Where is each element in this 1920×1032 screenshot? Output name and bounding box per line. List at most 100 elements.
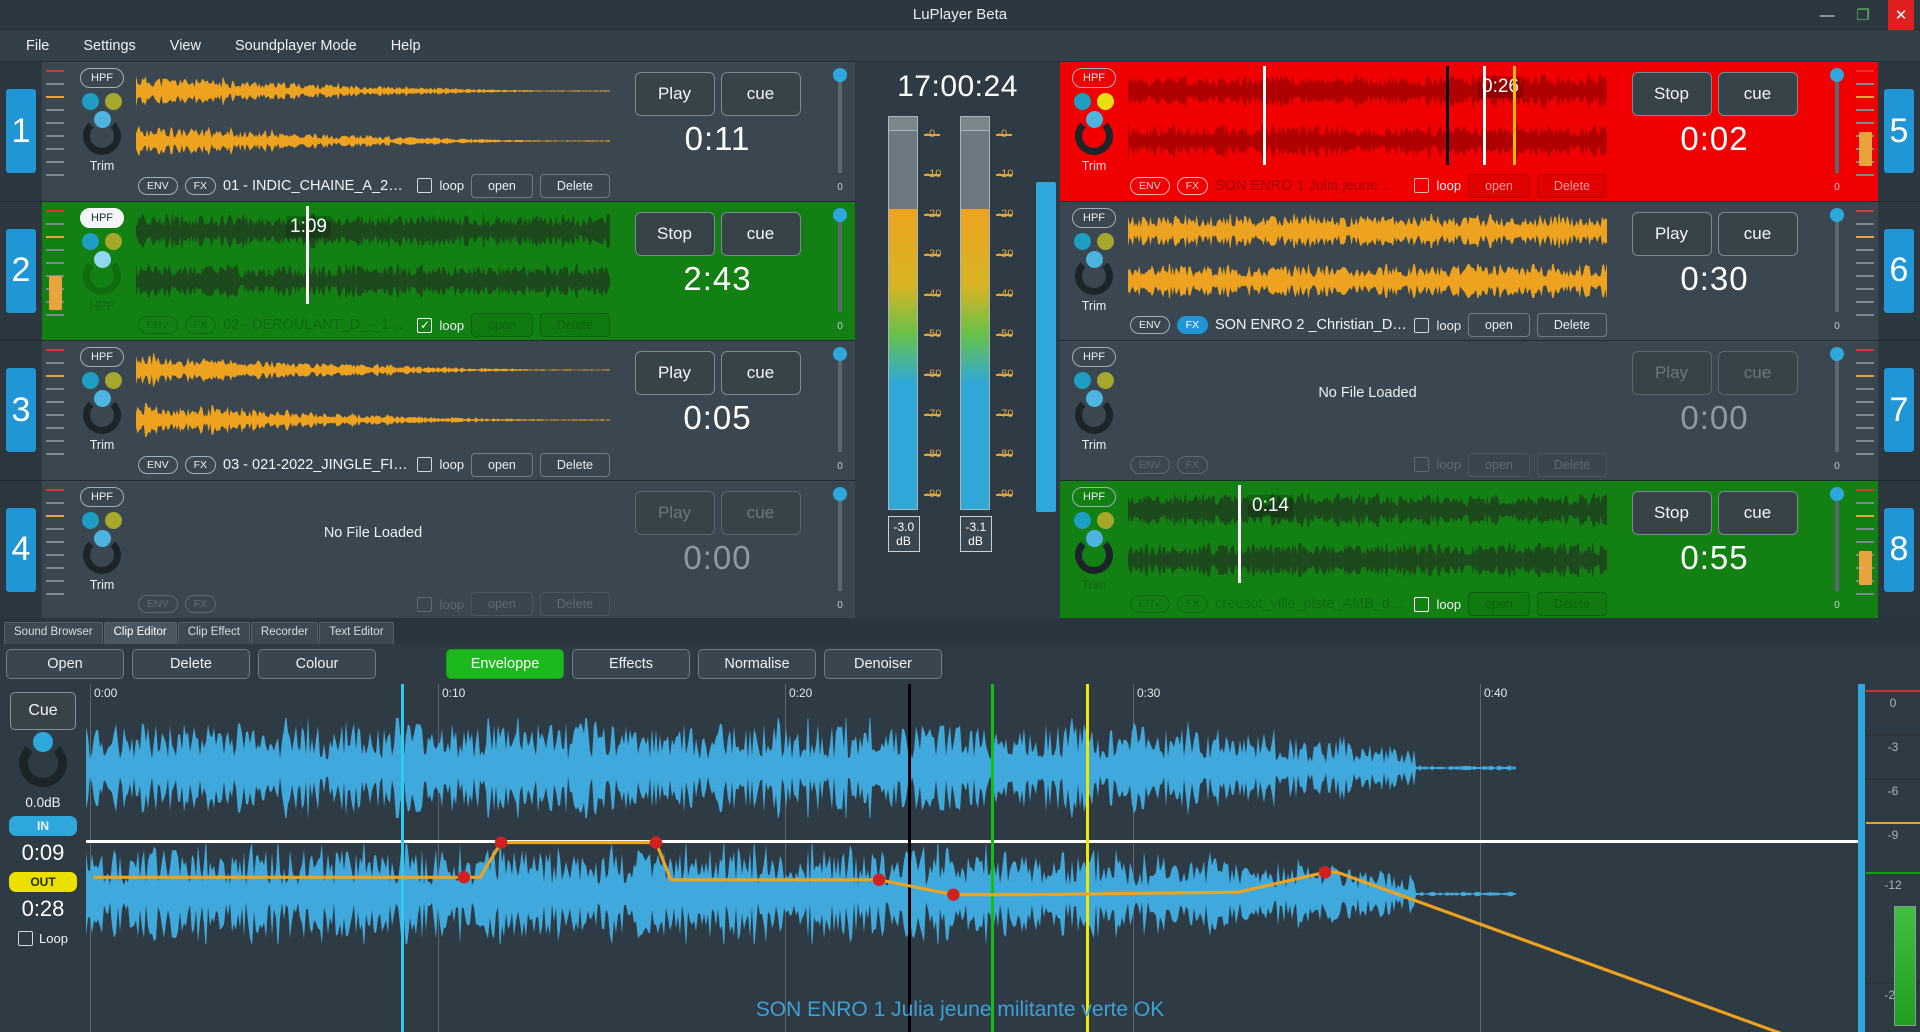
trim-knob[interactable] xyxy=(1075,390,1113,434)
env-button[interactable]: ENV xyxy=(1130,316,1170,334)
olive-dot-icon[interactable] xyxy=(105,232,122,250)
menu-item-settings[interactable]: Settings xyxy=(69,33,149,59)
waveform-canvas[interactable]: 0:00 0:10 0:20 0:30 0:40 xyxy=(86,684,1858,1032)
open-button[interactable]: open xyxy=(1468,452,1530,477)
maximize-icon[interactable]: ❐ xyxy=(1852,4,1874,26)
marker-white[interactable] xyxy=(1483,66,1486,165)
delete-button[interactable]: Delete xyxy=(539,313,610,337)
open-button[interactable]: open xyxy=(471,592,533,616)
loop-checkbox[interactable] xyxy=(417,457,433,472)
hpf-button[interactable]: HPF xyxy=(1072,486,1116,507)
player-volume-slider[interactable]: 0 xyxy=(1822,202,1852,341)
cue-button[interactable]: cue xyxy=(720,72,801,116)
player-gain-fader[interactable] xyxy=(1852,341,1878,480)
player-gain-fader[interactable] xyxy=(1852,62,1878,201)
trim-knob[interactable] xyxy=(1075,250,1113,295)
envelope-overlay[interactable] xyxy=(86,684,1858,1032)
env-button[interactable]: ENV xyxy=(1130,595,1170,613)
delete-button[interactable]: Delete xyxy=(539,592,610,616)
fx-button[interactable]: FX xyxy=(1176,176,1209,195)
cue-button[interactable]: cue xyxy=(720,211,801,256)
delete-button[interactable]: Delete xyxy=(132,649,250,679)
player-gain-fader[interactable] xyxy=(42,341,68,480)
volume-handle[interactable] xyxy=(833,486,847,501)
player-volume-slider[interactable]: 0 xyxy=(825,481,855,620)
loop-checkbox[interactable] xyxy=(1414,457,1430,472)
editor-loop-row[interactable]: Loop xyxy=(18,931,68,946)
volume-handle[interactable] xyxy=(833,347,847,361)
hpf-button[interactable]: HPF xyxy=(1072,68,1116,88)
volume-handle[interactable] xyxy=(1830,486,1844,501)
menu-item-soundplayer-mode[interactable]: Soundplayer Mode xyxy=(221,33,371,59)
menu-item-file[interactable]: File xyxy=(12,33,63,59)
trim-knob[interactable] xyxy=(83,111,121,155)
playhead[interactable] xyxy=(1238,484,1241,583)
loop-checkbox[interactable] xyxy=(417,178,433,193)
fx-button[interactable]: FX xyxy=(184,455,217,474)
menu-item-help[interactable]: Help xyxy=(377,33,435,59)
fx-button[interactable]: FX xyxy=(184,316,217,334)
volume-handle[interactable] xyxy=(1830,68,1844,82)
delete-button[interactable]: Delete xyxy=(539,452,610,477)
gain-knob[interactable] xyxy=(19,732,67,787)
delete-button[interactable]: Delete xyxy=(1536,313,1607,337)
volume-handle[interactable] xyxy=(1830,347,1844,361)
cyan-dot-icon[interactable] xyxy=(1074,372,1091,389)
trim-knob[interactable] xyxy=(1075,529,1113,574)
olive-dot-icon[interactable] xyxy=(1097,511,1114,529)
open-button[interactable]: open xyxy=(471,313,533,337)
play-stop-button[interactable]: Play xyxy=(1631,211,1712,256)
fx-button[interactable]: FX xyxy=(1176,595,1209,613)
effects-button[interactable]: Effects xyxy=(572,649,690,679)
minimize-icon[interactable]: — xyxy=(1816,4,1838,26)
delete-button[interactable]: Delete xyxy=(1536,592,1607,616)
env-button[interactable]: ENV xyxy=(1130,176,1170,195)
editor-tab[interactable]: Clip Editor xyxy=(103,622,177,644)
open-button[interactable]: Open xyxy=(6,649,124,679)
marker-yellow[interactable] xyxy=(1513,66,1516,165)
player-gain-fader[interactable] xyxy=(42,62,68,201)
loop-checkbox[interactable] xyxy=(1414,178,1430,193)
play-stop-button[interactable]: Play xyxy=(634,351,715,395)
delete-button[interactable]: Delete xyxy=(1536,173,1607,198)
play-stop-button[interactable]: Stop xyxy=(1631,490,1712,535)
olive-dot-icon[interactable] xyxy=(1097,93,1114,110)
cue-button[interactable]: cue xyxy=(1717,351,1798,395)
env-button[interactable]: ENV xyxy=(138,176,178,195)
player-volume-slider[interactable]: 0 xyxy=(825,341,855,480)
hpf-button[interactable]: HPF xyxy=(1072,347,1116,367)
player-gain-fader[interactable] xyxy=(42,481,68,620)
fx-button[interactable]: FX xyxy=(1176,455,1209,474)
play-stop-button[interactable]: Play xyxy=(634,490,715,535)
hpf-button[interactable]: HPF xyxy=(80,486,124,507)
loop-checkbox[interactable] xyxy=(417,596,433,612)
play-stop-button[interactable]: Play xyxy=(1631,351,1712,395)
open-button[interactable]: open xyxy=(1468,592,1530,616)
editor-loop-checkbox[interactable] xyxy=(18,931,34,946)
olive-dot-icon[interactable] xyxy=(105,372,122,389)
editor-tab[interactable]: Clip Effect xyxy=(177,622,250,644)
trim-knob[interactable] xyxy=(83,529,121,574)
play-stop-button[interactable]: Stop xyxy=(634,211,715,256)
delete-button[interactable]: Delete xyxy=(539,173,610,198)
in-marker-button[interactable]: IN xyxy=(9,816,77,836)
player-waveform[interactable]: No File Loaded ENV FX loop open Delete xyxy=(1128,341,1607,480)
olive-dot-icon[interactable] xyxy=(105,511,122,529)
close-icon[interactable]: ✕ xyxy=(1888,0,1914,30)
player-waveform[interactable]: ENV FX 03 - 021-2022_JINGLE_FIN_TITRES_-_V… xyxy=(136,341,610,480)
env-button[interactable]: ENV xyxy=(138,316,178,334)
play-stop-button[interactable]: Stop xyxy=(1631,72,1712,116)
trim-knob[interactable] xyxy=(1075,111,1113,155)
cyan-dot-icon[interactable] xyxy=(1074,232,1091,250)
loop-checkbox[interactable]: ✓ xyxy=(417,317,433,333)
colour-button[interactable]: Colour xyxy=(258,649,376,679)
play-stop-button[interactable]: Play xyxy=(634,72,715,116)
player-waveform[interactable]: 0:14 ENV FX creusot_ville_piste_AMB_de_fond… xyxy=(1128,481,1607,620)
env-button[interactable]: ENV xyxy=(138,455,178,474)
menu-item-view[interactable]: View xyxy=(156,33,215,59)
cyan-dot-icon[interactable] xyxy=(1074,511,1091,529)
player-gain-fader[interactable] xyxy=(1852,481,1878,620)
cyan-dot-icon[interactable] xyxy=(82,372,99,389)
cyan-dot-icon[interactable] xyxy=(82,232,99,250)
trim-knob[interactable] xyxy=(83,390,121,434)
